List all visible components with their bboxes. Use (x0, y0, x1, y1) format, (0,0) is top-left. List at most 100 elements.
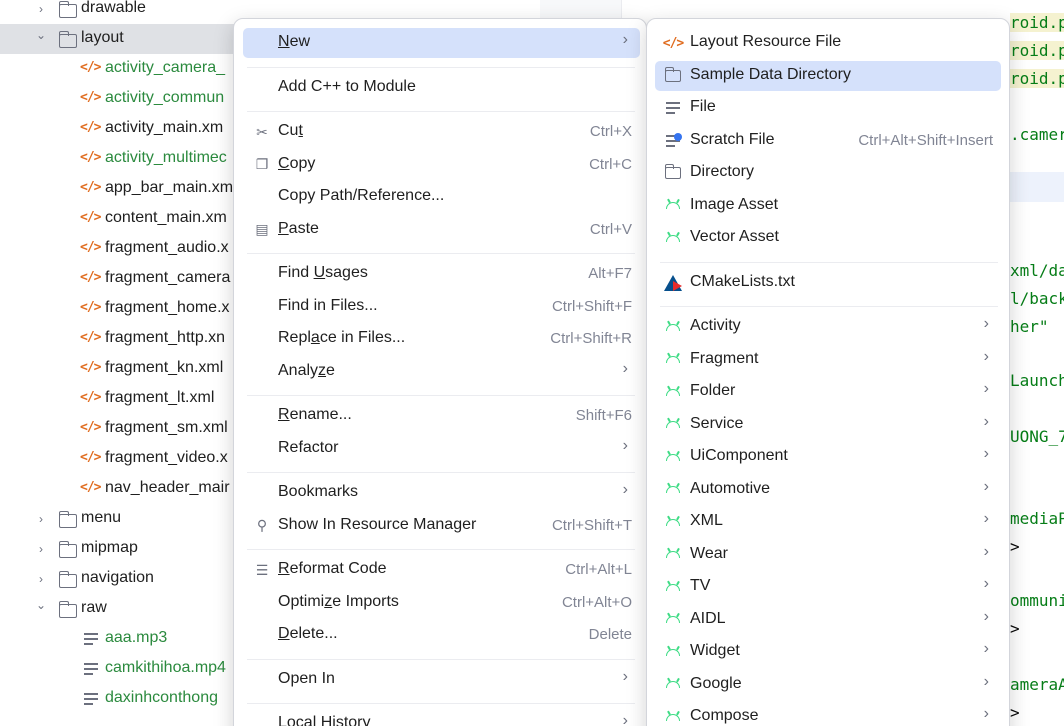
menu-item-show-in-resource-manager[interactable]: ⚲ Show In Resource Manager Ctrl+Shift+T (243, 511, 640, 541)
folder-icon (58, 601, 77, 618)
new-item-activity[interactable]: Activity › (655, 312, 1001, 342)
chevron-right-icon[interactable]: › (34, 512, 48, 526)
menu-item-shortcut: Ctrl+V (589, 220, 632, 238)
menu-item-reformat-code[interactable]: ☰ Reformat Code Ctrl+Alt+L (243, 555, 640, 585)
menu-item-label: Scratch File (690, 130, 775, 148)
folder-icon (58, 511, 77, 528)
menu-separator (247, 472, 635, 473)
new-item-directory[interactable]: Directory (655, 158, 1001, 188)
menu-item-label: Directory (690, 163, 755, 180)
menu-item-label: New (278, 33, 311, 50)
menu-item-new[interactable]: New › (243, 28, 640, 58)
menu-item-shortcut: Delete (588, 626, 632, 643)
folder-icon (664, 66, 682, 85)
new-item-sample-data-directory[interactable]: Sample Data Directory (655, 60, 1001, 91)
file-icon (84, 693, 98, 707)
menu-item-paste[interactable]: ▤ Paste Ctrl+V (243, 215, 640, 245)
menu-item-delete[interactable]: Delete... Delete (243, 620, 640, 650)
chevron-right-icon: › (983, 575, 989, 592)
new-item-fragment[interactable]: Fragment › (655, 345, 1001, 375)
chevron-right-icon[interactable]: › (34, 572, 48, 586)
menu-item-label: Refactor (278, 438, 339, 456)
xml-file-icon: </> (80, 330, 102, 345)
tree-label: content_main.xm (105, 209, 227, 226)
menu-item-label: XML (690, 512, 723, 529)
new-item-folder[interactable]: Folder › (655, 377, 1001, 407)
new-item-automotive[interactable]: Automotive › (655, 475, 1001, 505)
menu-item-label: Layout Resource File (690, 33, 842, 50)
menu-item-shortcut: Ctrl+Shift+T (551, 516, 632, 534)
new-item-layout-resource-file[interactable]: </> Layout Resource File (655, 28, 1001, 58)
menu-item-add-c-to-module[interactable]: Add C++ to Module (243, 73, 640, 103)
tree-label: activity_commun (105, 89, 225, 106)
new-item-widget[interactable]: Widget › (655, 637, 1001, 667)
xml-file-icon: </> (80, 240, 102, 255)
new-item-xml[interactable]: XML › (655, 507, 1001, 537)
chevron-down-icon[interactable]: ⌄ (34, 28, 48, 42)
menu-item-shortcut: Ctrl+Alt+L (565, 561, 632, 578)
code-fragment: roid.p (1010, 13, 1064, 32)
new-item-scratch-file[interactable]: Scratch File Ctrl+Alt+Shift+Insert (655, 126, 1001, 156)
menu-item-cut[interactable]: ✂ Cut Ctrl+X (243, 117, 640, 147)
chevron-right-icon: › (983, 640, 989, 657)
new-item-uicomponent[interactable]: UiComponent › (655, 442, 1001, 472)
new-item-aidl[interactable]: AIDL › (655, 605, 1001, 635)
menu-item-label: Local History (278, 714, 371, 726)
current-line-highlight (1006, 172, 1064, 202)
xml-file-icon: </> (80, 300, 102, 315)
menu-item-bookmarks[interactable]: Bookmarks › (243, 478, 640, 508)
new-item-tv[interactable]: TV › (655, 572, 1001, 602)
menu-item-local-history[interactable]: Local History › (243, 709, 640, 726)
lines-icon (664, 99, 682, 117)
menu-item-label: Open In (278, 669, 335, 687)
chevron-right-icon[interactable]: › (34, 2, 48, 16)
xml-file-icon: </> (80, 90, 102, 105)
new-item-vector-asset[interactable]: Vector Asset (655, 223, 1001, 253)
new-item-compose[interactable]: Compose › (655, 702, 1001, 726)
menu-item-find-usages[interactable]: Find Usages Alt+F7 (243, 259, 640, 289)
chevron-right-icon[interactable]: › (34, 542, 48, 556)
menu-item-refactor[interactable]: Refactor › (243, 434, 640, 464)
folder-icon (58, 31, 77, 48)
new-item-service[interactable]: Service › (655, 410, 1001, 440)
menu-separator (247, 395, 635, 396)
menu-item-rename[interactable]: Rename... Shift+F6 (243, 401, 640, 431)
android-icon (664, 448, 682, 466)
tree-label: raw (81, 599, 107, 616)
menu-item-shortcut: Shift+F6 (575, 407, 632, 424)
code-fragment: xml/da (1010, 261, 1064, 280)
menu-item-copy[interactable]: ❐ Copy Ctrl+C (243, 150, 640, 180)
tree-label: fragment_home.x (105, 299, 230, 316)
folder-icon (664, 164, 682, 182)
menu-item-shortcut: Ctrl+Alt+Shift+Insert (858, 131, 993, 149)
chevron-right-icon: › (622, 667, 628, 685)
new-item-google[interactable]: Google › (655, 670, 1001, 700)
android-icon (664, 513, 682, 531)
menu-item-label: Activity (690, 317, 741, 334)
tree-label: fragment_camera (105, 269, 231, 286)
menu-item-copy-path-reference[interactable]: Copy Path/Reference... (243, 182, 640, 212)
menu-item-find-in-files[interactable]: Find in Files... Ctrl+Shift+F (243, 292, 640, 322)
menu-item-label: Delete... (278, 625, 338, 642)
android-icon (664, 351, 682, 369)
new-item-cmakelists-txt[interactable]: CMakeLists.txt (655, 268, 1001, 298)
chevron-right-icon: › (622, 31, 628, 48)
new-item-wear[interactable]: Wear › (655, 540, 1001, 570)
chevron-down-icon[interactable]: ⌄ (34, 598, 48, 612)
new-item-file[interactable]: File (655, 93, 1001, 123)
menu-item-open-in[interactable]: Open In › (243, 665, 640, 695)
menu-item-replace-in-files[interactable]: Replace in Files... Ctrl+Shift+R (243, 324, 640, 354)
menu-item-label: Cut (278, 122, 303, 139)
menu-item-optimize-imports[interactable]: Optimize Imports Ctrl+Alt+O (243, 588, 640, 618)
menu-separator (247, 253, 635, 254)
chevron-right-icon: › (983, 380, 989, 397)
code-fragment: UONG_7 (1010, 427, 1064, 446)
xml-file-icon: </> (80, 270, 102, 285)
new-item-image-asset[interactable]: Image Asset (655, 191, 1001, 221)
tree-label: fragment_kn.xml (105, 359, 224, 376)
tree-label: camkithihoa.mp4 (105, 659, 226, 676)
menu-item-analyze[interactable]: Analyze › (243, 357, 640, 387)
xml-icon: </> (662, 35, 685, 51)
android-icon (664, 708, 682, 726)
resource-manager-icon: ⚲ (256, 517, 268, 533)
